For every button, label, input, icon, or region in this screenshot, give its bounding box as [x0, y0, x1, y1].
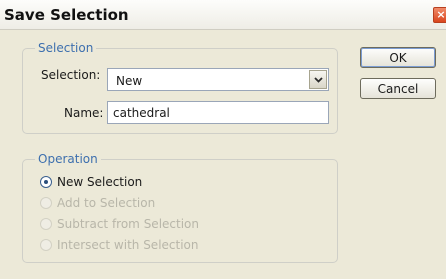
radio-button: [40, 239, 52, 251]
radio-button: [40, 197, 52, 209]
ok-button[interactable]: OK: [360, 47, 436, 68]
selection-dropdown[interactable]: New: [107, 68, 329, 91]
chevron-down-icon[interactable]: [309, 70, 327, 89]
name-label: Name:: [64, 106, 104, 120]
selection-group-legend: Selection: [35, 41, 97, 55]
radio-label: Add to Selection: [57, 196, 156, 210]
name-field[interactable]: [107, 101, 329, 124]
radio-button[interactable]: [40, 176, 52, 188]
radio-label: New Selection: [57, 175, 143, 189]
close-icon[interactable]: ×: [433, 7, 446, 23]
radio-button: [40, 218, 52, 230]
radio-subtract-from-selection: Subtract from Selection: [40, 216, 199, 232]
dialog-title: Save Selection: [4, 6, 129, 24]
selection-label: Selection:: [41, 68, 101, 82]
radio-add-to-selection: Add to Selection: [40, 195, 155, 211]
radio-label: Subtract from Selection: [57, 217, 199, 231]
cancel-button[interactable]: Cancel: [360, 78, 436, 99]
radio-intersect-with-selection: Intersect with Selection: [40, 237, 199, 253]
operation-group-legend: Operation: [35, 152, 101, 166]
title-bar: Save Selection ×: [0, 0, 446, 30]
radio-label: Intersect with Selection: [57, 238, 199, 252]
selection-dropdown-value: New: [116, 74, 143, 88]
radio-new-selection[interactable]: New Selection: [40, 174, 142, 190]
